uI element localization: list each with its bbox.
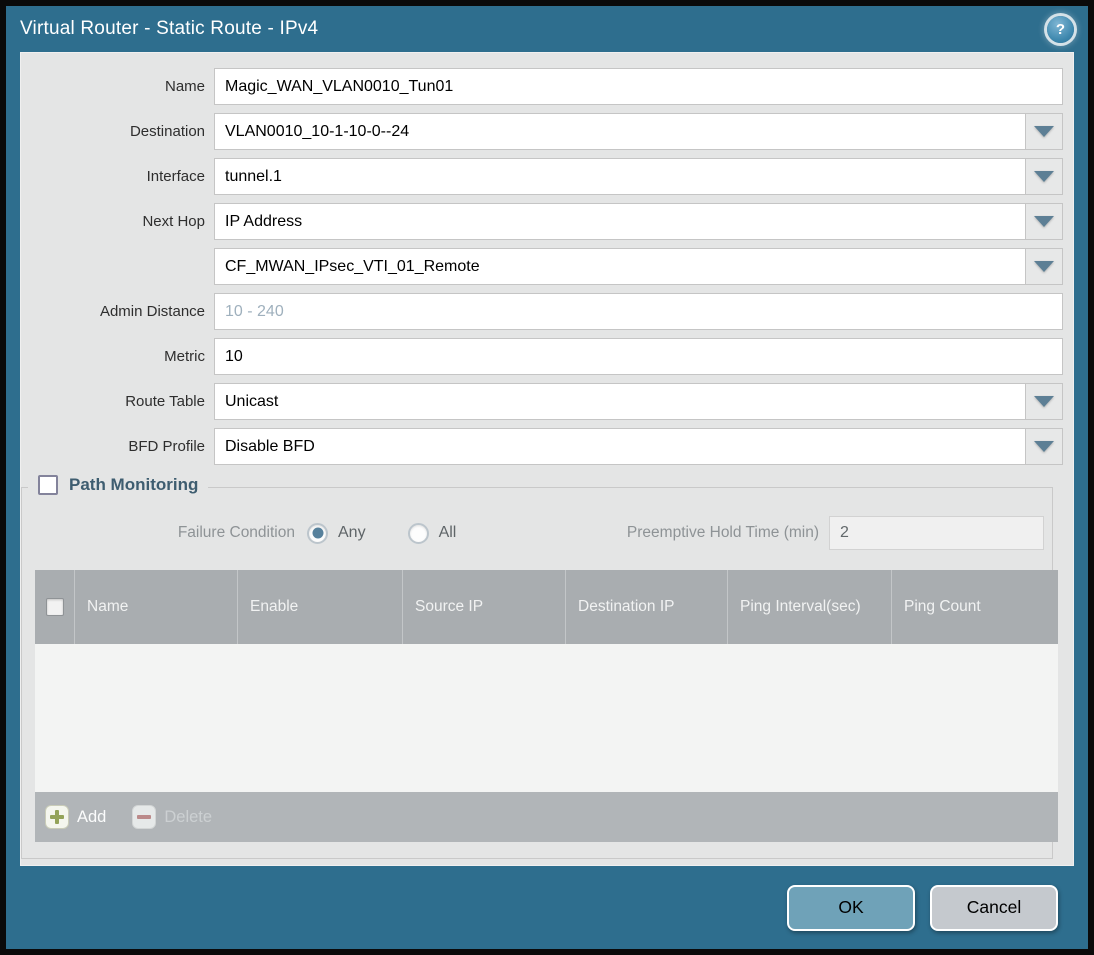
name-input[interactable] <box>214 68 1063 105</box>
metric-label: Metric <box>164 348 205 365</box>
preemptive-hold-time-label: Preemptive Hold Time (min) <box>626 524 819 541</box>
row-admin-distance: Admin Distance <box>21 293 1063 330</box>
row-next-hop-value <box>21 248 1063 285</box>
add-button[interactable]: Add <box>45 805 106 829</box>
path-monitoring-legend: Path Monitoring <box>28 475 209 495</box>
preemptive-hold-time-input[interactable] <box>829 516 1044 550</box>
radio-any[interactable] <box>307 522 328 544</box>
admin-distance-input[interactable] <box>214 293 1063 330</box>
dialog-body: Name Destination Interface <box>20 52 1074 866</box>
path-monitoring-checkbox[interactable] <box>38 475 58 495</box>
destination-label: Destination <box>129 123 205 140</box>
table-body-empty <box>35 644 1058 792</box>
path-monitoring-title: Path Monitoring <box>69 475 199 494</box>
name-label: Name <box>164 78 205 95</box>
minus-icon <box>132 805 157 829</box>
destination-input[interactable] <box>214 113 1026 150</box>
column-header-ping-interval[interactable]: Ping Interval(sec) <box>727 570 891 644</box>
column-header-ping-count[interactable]: Ping Count <box>891 570 1058 644</box>
failure-condition-all-option[interactable]: All <box>407 522 457 544</box>
row-name: Name <box>21 68 1063 105</box>
failure-condition-label: Failure Condition <box>177 524 295 541</box>
dialog-title: Virtual Router - Static Route - IPv4 <box>20 18 319 39</box>
interface-label: Interface <box>146 168 205 185</box>
delete-button-label: Delete <box>164 807 213 826</box>
path-monitoring-group: Path Monitoring Failure Condition Any Al… <box>21 475 1058 859</box>
row-metric: Metric <box>21 338 1063 375</box>
chevron-down-icon <box>1034 441 1054 452</box>
row-destination: Destination <box>21 113 1063 150</box>
chevron-down-icon <box>1034 396 1054 407</box>
row-bfd-profile: BFD Profile <box>21 428 1063 465</box>
table-toolbar: Add Delete <box>35 792 1058 842</box>
chevron-down-icon <box>1034 126 1054 137</box>
help-icon[interactable]: ? <box>1047 15 1074 43</box>
row-interface: Interface <box>21 158 1063 195</box>
metric-input[interactable] <box>214 338 1063 375</box>
chevron-down-icon <box>1034 171 1054 182</box>
radio-all-label: All <box>438 524 457 541</box>
column-header-enable[interactable]: Enable <box>237 570 402 644</box>
failure-condition-any-option[interactable]: Any <box>307 522 366 544</box>
cancel-button[interactable]: Cancel <box>930 884 1058 931</box>
route-table-dropdown-button[interactable] <box>1026 383 1063 420</box>
title-bar: Virtual Router - Static Route - IPv4 ? <box>6 6 1088 52</box>
bfd-profile-input[interactable] <box>214 428 1026 465</box>
plus-icon <box>45 805 69 829</box>
bfd-profile-label: BFD Profile <box>128 438 205 455</box>
column-header-destination-ip[interactable]: Destination IP <box>565 570 727 644</box>
select-all-checkbox[interactable] <box>45 598 64 616</box>
delete-button[interactable]: Delete <box>132 805 212 829</box>
next-hop-type-dropdown-button[interactable] <box>1026 203 1063 240</box>
destination-dropdown-button[interactable] <box>1026 113 1063 150</box>
next-hop-value-dropdown-button[interactable] <box>1026 248 1063 285</box>
next-hop-value-input[interactable] <box>214 248 1026 285</box>
radio-any-label: Any <box>338 524 366 541</box>
table-header: Name Enable Source IP Destination IP Pin… <box>35 570 1058 644</box>
failure-condition-row: Failure Condition Any All Preemptive Hol… <box>35 516 1044 550</box>
ok-button[interactable]: OK <box>787 884 915 931</box>
column-header-name[interactable]: Name <box>74 570 237 644</box>
admin-distance-label: Admin Distance <box>99 303 205 320</box>
chevron-down-icon <box>1034 261 1054 272</box>
row-route-table: Route Table <box>21 383 1063 420</box>
row-next-hop-type: Next Hop <box>21 203 1063 240</box>
static-route-dialog: Virtual Router - Static Route - IPv4 ? N… <box>0 0 1094 955</box>
next-hop-label: Next Hop <box>142 213 205 230</box>
bfd-profile-dropdown-button[interactable] <box>1026 428 1063 465</box>
column-header-source-ip[interactable]: Source IP <box>402 570 565 644</box>
next-hop-type-input[interactable] <box>214 203 1026 240</box>
interface-dropdown-button[interactable] <box>1026 158 1063 195</box>
interface-input[interactable] <box>214 158 1026 195</box>
route-table-label: Route Table <box>125 393 205 410</box>
route-table-input[interactable] <box>214 383 1026 420</box>
radio-all[interactable] <box>407 522 429 544</box>
chevron-down-icon <box>1034 216 1054 227</box>
header-checkbox-cell <box>35 570 74 644</box>
dialog-footer: OK Cancel <box>6 866 1088 949</box>
path-monitoring-table: Name Enable Source IP Destination IP Pin… <box>35 570 1058 842</box>
add-button-label: Add <box>77 807 107 826</box>
dialog-frame: Virtual Router - Static Route - IPv4 ? N… <box>6 6 1088 949</box>
